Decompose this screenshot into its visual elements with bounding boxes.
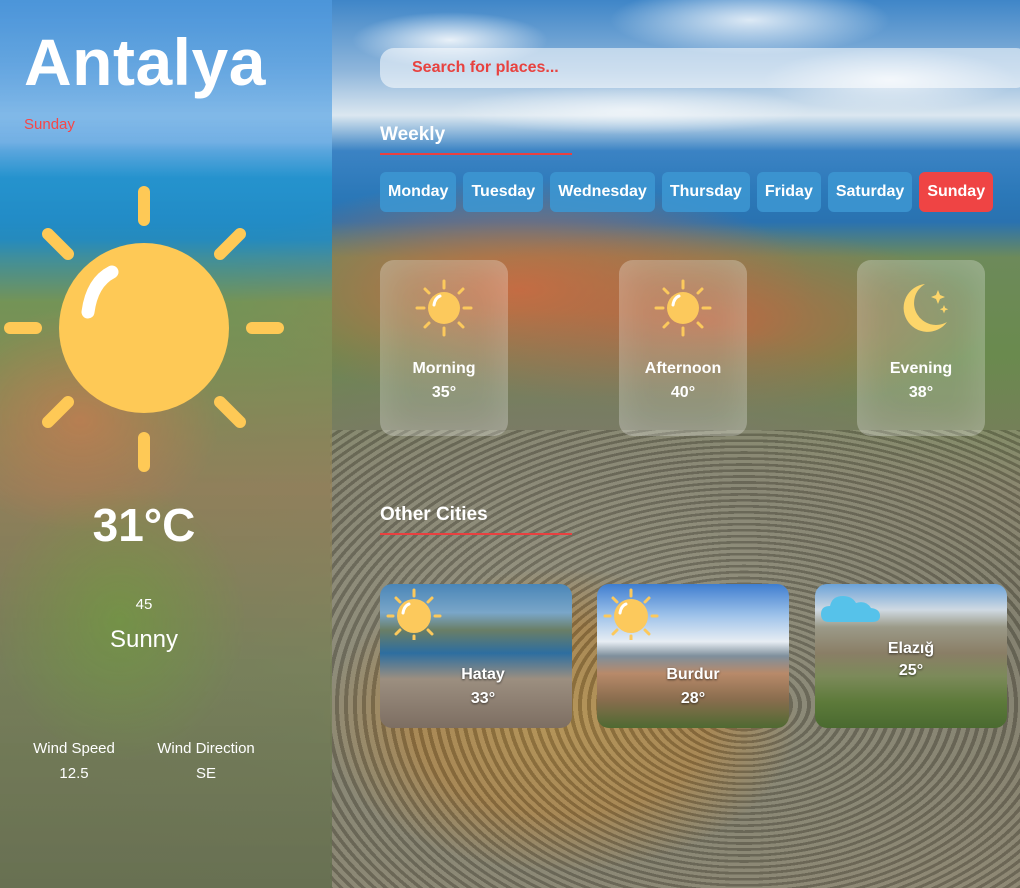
city-temp: 33° <box>470 690 496 707</box>
period-card-afternoon: Afternoon 40° <box>619 260 747 436</box>
sun-icon <box>654 279 712 337</box>
tab-sunday[interactable]: Sunday <box>919 172 994 212</box>
period-label: Afternoon <box>644 360 722 377</box>
city-name: Hatay <box>461 666 505 683</box>
wind-direction-value: SE <box>195 765 216 782</box>
tab-saturday[interactable]: Saturday <box>827 172 913 212</box>
wind-speed: Wind Speed 12.5 <box>22 740 126 782</box>
current-day: Sunday <box>24 116 75 133</box>
period-temp: 35° <box>431 384 457 401</box>
sun-icon <box>4 186 284 472</box>
tab-tuesday[interactable]: Tuesday <box>463 172 544 212</box>
period-card-evening: Evening 38° <box>857 260 985 436</box>
tab-wednesday[interactable]: Wednesday <box>550 172 655 212</box>
city-temp: 28° <box>680 690 706 707</box>
humidity-value: 45 <box>135 596 153 613</box>
period-card-morning: Morning 35° <box>380 260 508 436</box>
day-tabs: Monday Tuesday Wednesday Thursday Friday… <box>380 172 994 212</box>
sun-icon <box>603 588 659 640</box>
period-temp: 38° <box>908 384 934 401</box>
city-name: Elazığ <box>887 640 935 657</box>
wind-speed-label: Wind Speed <box>33 740 115 757</box>
city-card-hatay[interactable]: Hatay 33° <box>380 584 572 728</box>
wind-direction: Wind Direction SE <box>146 740 266 782</box>
search-input[interactable] <box>380 48 1020 88</box>
tab-friday[interactable]: Friday <box>756 172 821 212</box>
period-label: Morning <box>412 360 476 377</box>
city-title: Antalya <box>24 25 266 99</box>
tab-monday[interactable]: Monday <box>380 172 457 212</box>
sun-icon <box>415 279 473 337</box>
weather-condition: Sunny <box>109 626 179 653</box>
period-label: Evening <box>889 360 953 377</box>
period-temp: 40° <box>670 384 696 401</box>
cloud-icon <box>821 596 880 622</box>
wind-direction-label: Wind Direction <box>157 740 255 757</box>
city-card-elazig[interactable]: Elazığ 25° <box>815 584 1007 728</box>
tab-thursday[interactable]: Thursday <box>661 172 750 212</box>
other-cities-heading: Other Cities <box>380 504 488 525</box>
wind-speed-value: 12.5 <box>59 765 89 782</box>
city-temp: 25° <box>898 662 924 679</box>
city-card-burdur[interactable]: Burdur 28° <box>597 584 789 728</box>
current-weather-panel: Antalya Sunday 31°C 45 Sunny Wind Speed … <box>0 0 332 888</box>
sun-icon <box>386 588 442 640</box>
other-cities-underline <box>380 533 572 535</box>
current-temperature: 31°C <box>92 499 196 551</box>
moon-stars-icon <box>903 284 949 332</box>
weekly-heading: Weekly <box>380 124 446 145</box>
city-name: Burdur <box>666 666 720 683</box>
weekly-underline <box>380 153 572 155</box>
